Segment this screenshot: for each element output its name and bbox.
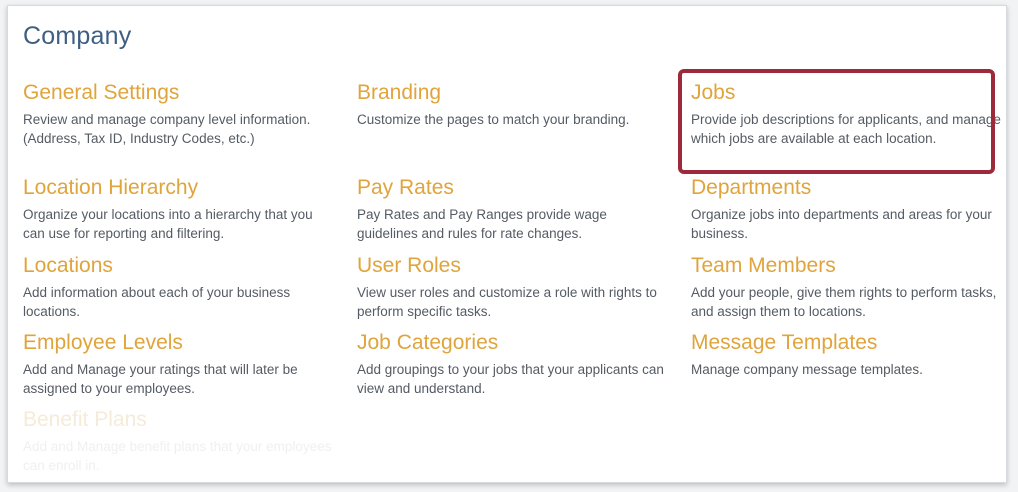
settings-row: Location Hierarchy Organize your locatio…	[23, 175, 1006, 253]
item-description: Add groupings to your jobs that your app…	[357, 362, 664, 396]
benefit-plans-link[interactable]: Benefit Plans Add and Manage benefit pla…	[23, 407, 333, 475]
item-title: Location Hierarchy	[23, 176, 199, 199]
item-title: Benefit Plans	[23, 408, 147, 431]
item-title: Team Members	[691, 254, 836, 277]
locations-link[interactable]: Locations Add information about each of …	[23, 253, 333, 321]
settings-row: General Settings Review and manage compa…	[23, 80, 1006, 175]
item-title: Message Templates	[691, 331, 878, 354]
item-title: Pay Rates	[357, 176, 454, 199]
item-title: Locations	[23, 254, 113, 277]
item-description: Review and manage company level informat…	[23, 112, 311, 146]
item-description: Manage company message templates.	[691, 362, 923, 377]
settings-row: Locations Add information about each of …	[23, 253, 1006, 330]
user-roles-link[interactable]: User Roles View user roles and customize…	[357, 253, 667, 321]
branding-link[interactable]: Branding Customize the pages to match yo…	[357, 80, 667, 129]
item-description: Add and Manage benefit plans that your e…	[23, 439, 332, 473]
item-title: Branding	[357, 81, 442, 104]
item-title: Employee Levels	[23, 331, 183, 354]
company-settings-panel: Company General Settings Review and mana…	[7, 5, 1007, 483]
page-title: Company	[23, 22, 132, 50]
departments-link[interactable]: Departments Organize jobs into departmen…	[691, 175, 1001, 243]
settings-row: Employee Levels Add and Manage your rati…	[23, 330, 1006, 407]
item-description: Provide job descriptions for applicants,…	[691, 112, 1001, 146]
settings-row: Benefit Plans Add and Manage benefit pla…	[23, 407, 1006, 477]
job-categories-link[interactable]: Job Categories Add groupings to your job…	[357, 330, 667, 398]
employee-levels-link[interactable]: Employee Levels Add and Manage your rati…	[23, 330, 333, 398]
item-title: Departments	[691, 176, 812, 199]
jobs-link[interactable]: Jobs Provide job descriptions for applic…	[691, 80, 1001, 148]
item-title: Jobs	[691, 81, 736, 104]
item-title: General Settings	[23, 81, 180, 104]
item-description: Pay Rates and Pay Ranges provide wage gu…	[357, 207, 607, 241]
team-members-link[interactable]: Team Members Add your people, give them …	[691, 253, 1001, 321]
item-description: View user roles and customize a role wit…	[357, 285, 657, 319]
settings-grid: General Settings Review and manage compa…	[23, 80, 1006, 477]
message-templates-link[interactable]: Message Templates Manage company message…	[691, 330, 1001, 379]
item-description: Add your people, give them rights to per…	[691, 285, 997, 319]
item-description: Add and Manage your ratings that will la…	[23, 362, 298, 396]
item-description: Organize your locations into a hierarchy…	[23, 207, 313, 241]
item-description: Organize jobs into departments and areas…	[691, 207, 992, 241]
general-settings-link[interactable]: General Settings Review and manage compa…	[23, 80, 333, 148]
pay-rates-link[interactable]: Pay Rates Pay Rates and Pay Ranges provi…	[357, 175, 667, 243]
location-hierarchy-link[interactable]: Location Hierarchy Organize your locatio…	[23, 175, 333, 243]
item-title: User Roles	[357, 254, 461, 277]
item-title: Job Categories	[357, 331, 499, 354]
item-description: Add information about each of your busin…	[23, 285, 291, 319]
item-description: Customize the pages to match your brandi…	[357, 112, 630, 127]
